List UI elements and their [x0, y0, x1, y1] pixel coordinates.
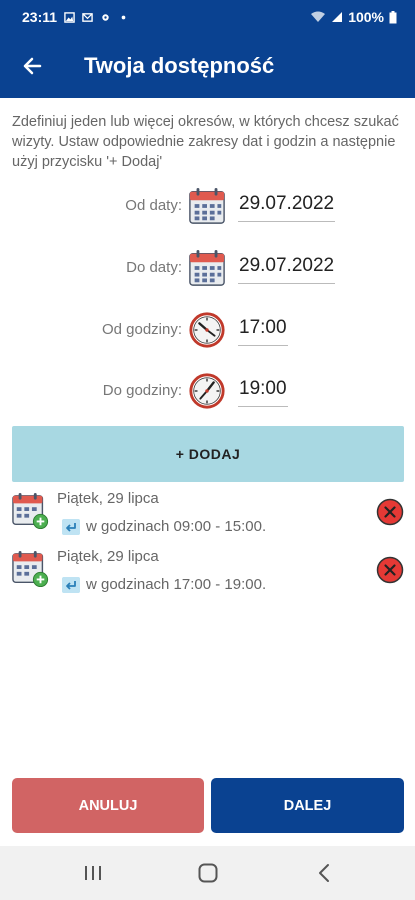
cancel-button[interactable]: ANULUJ	[12, 778, 204, 833]
period-hours-row: w godzinach 17:00 - 19:00.	[62, 576, 266, 593]
period-day: Piątek, 29 lipca	[57, 548, 159, 565]
calendar-icon[interactable]	[188, 249, 226, 287]
remove-period-button[interactable]	[376, 498, 404, 526]
from-time-input[interactable]: 17:00	[238, 310, 288, 346]
status-time: 23:11	[22, 9, 58, 25]
return-arrow-icon	[62, 518, 80, 535]
status-bar: 23:11 100%	[0, 0, 415, 34]
home-icon[interactable]	[195, 860, 221, 886]
recent-apps-icon[interactable]	[80, 860, 106, 886]
mail-icon	[82, 12, 93, 22]
from-date-label: Od daty:	[125, 197, 182, 214]
notification-dot-icon	[121, 15, 126, 19]
settings-icon	[102, 13, 109, 21]
from-time-label: Od godziny:	[101, 321, 182, 338]
period-day: Piątek, 29 lipca	[57, 490, 159, 507]
from-date-input[interactable]: 29.07.2022	[238, 186, 336, 222]
app-bar: Twoja dostępność	[0, 34, 415, 98]
arrow-left-icon	[23, 57, 42, 75]
clock-icon[interactable]	[188, 372, 226, 410]
to-date-input[interactable]: 29.07.2022	[238, 248, 336, 284]
return-arrow-icon	[62, 576, 80, 593]
battery-icon	[389, 10, 397, 23]
wifi-icon	[311, 11, 326, 22]
to-time-input[interactable]: 19:00	[238, 371, 288, 407]
calendar-add-icon	[12, 492, 49, 530]
back-button[interactable]	[0, 34, 64, 98]
gallery-icon	[64, 11, 75, 23]
system-nav-bar	[0, 846, 415, 900]
to-date-label: Do daty:	[126, 259, 182, 276]
add-button[interactable]: + DODAJ	[12, 426, 404, 482]
signal-icon	[332, 12, 343, 22]
period-hours: w godzinach 09:00 - 15:00.	[86, 518, 267, 535]
from-date-row: Od daty: 29.07.2022	[0, 182, 415, 230]
battery-percent: 100%	[348, 9, 384, 25]
to-time-row: Do godziny: 19:00	[0, 367, 415, 415]
period-hours-row: w godzinach 09:00 - 15:00.	[62, 518, 266, 535]
to-time-label: Do godziny:	[102, 382, 182, 399]
calendar-icon[interactable]	[188, 187, 226, 225]
intro-text: Zdefiniuj jeden lub więcej okresów, w kt…	[12, 114, 399, 170]
period-hours: w godzinach 17:00 - 19:00.	[86, 576, 267, 593]
remove-period-button[interactable]	[376, 556, 404, 584]
next-button[interactable]: DALEJ	[211, 778, 404, 833]
to-date-row: Do daty: 29.07.2022	[0, 244, 415, 292]
list-item: Piątek, 29 lipca w godzinach 09:00 - 15:…	[0, 490, 415, 548]
clock-icon[interactable]	[188, 311, 226, 349]
back-nav-icon[interactable]	[311, 860, 337, 886]
page-title: Twoja dostępność	[84, 53, 275, 78]
calendar-add-icon	[12, 550, 49, 588]
list-item: Piątek, 29 lipca w godzinach 17:00 - 19:…	[0, 548, 415, 606]
from-time-row: Od godziny: 17:00	[0, 306, 415, 354]
